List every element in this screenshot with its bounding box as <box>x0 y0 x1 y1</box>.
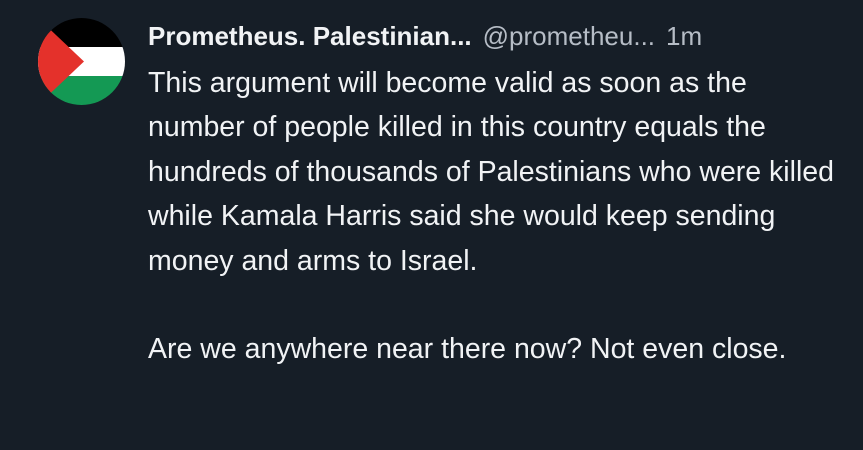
post-timestamp[interactable]: 1m <box>666 21 702 52</box>
avatar[interactable] <box>38 18 125 105</box>
post-paragraph: Are we anywhere near there now? Not even… <box>148 333 787 366</box>
author-display-name[interactable]: Prometheus. Palestinian... <box>148 21 472 52</box>
author-handle[interactable]: @prometheu... <box>483 21 655 52</box>
post-paragraph: This argument will become valid as soon … <box>148 67 835 277</box>
palestine-flag-icon <box>38 18 125 105</box>
post-body: This argument will become valid as soon … <box>148 61 838 372</box>
post-card[interactable]: Prometheus. Palestinian... @prometheu...… <box>0 0 863 450</box>
post-header: Prometheus. Palestinian... @prometheu...… <box>148 18 702 54</box>
